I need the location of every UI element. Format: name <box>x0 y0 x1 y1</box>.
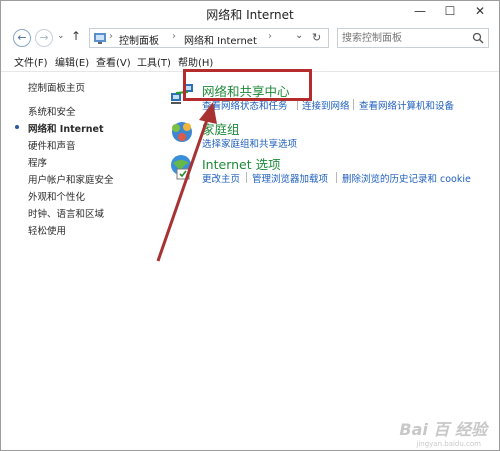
sidebar-item-ease-of-access[interactable]: 轻松使用 <box>28 223 66 237</box>
menu-bar: 文件(F) 编辑(E) 查看(V) 工具(T) 帮助(H) <box>1 53 499 69</box>
up-button[interactable]: ↑ <box>71 29 81 43</box>
sidebar-item-user-accounts[interactable]: 用户帐户和家庭安全 <box>28 172 114 186</box>
address-bar[interactable]: › 控制面板 › 网络和 Internet › ⌄ ↻ <box>89 28 329 48</box>
recent-locations-chevron-icon[interactable]: ⌄ <box>57 31 65 41</box>
address-row: ← → ⌄ ↑ › 控制面板 › 网络和 Internet › ⌄ ↻ <box>1 27 499 49</box>
menu-help[interactable]: 帮助(H) <box>178 54 213 69</box>
menu-edit[interactable]: 编辑(E) <box>55 54 89 69</box>
control-panel-window: 网络和 Internet — ☐ ✕ ← → ⌄ ↑ › 控制面板 › 网络和 … <box>0 0 500 451</box>
address-dropdown-icon[interactable]: ⌄ <box>295 30 303 41</box>
sidebar-item-home[interactable]: 控制面板主页 <box>28 80 85 94</box>
search-icon[interactable] <box>472 32 484 44</box>
breadcrumb-separator: › <box>109 31 113 42</box>
search-box <box>337 28 489 48</box>
breadcrumb-separator: › <box>172 31 176 42</box>
active-bullet <box>15 125 19 129</box>
link-divider <box>246 172 247 183</box>
breadcrumb-control-panel[interactable]: 控制面板 <box>119 32 159 47</box>
sidebar-item-network-internet[interactable]: 网络和 Internet <box>28 121 104 135</box>
link-manage-addons[interactable]: 管理浏览器加载项 <box>252 171 328 185</box>
search-input[interactable] <box>338 29 472 47</box>
sidebar-item-programs[interactable]: 程序 <box>28 155 47 169</box>
control-panel-icon <box>94 33 106 44</box>
breadcrumb-separator: › <box>268 31 272 42</box>
annotation-arrow-icon <box>156 102 217 262</box>
sidebar-item-hardware-sound[interactable]: 硬件和声音 <box>28 138 76 152</box>
baidu-watermark: Bai 百 经验 <box>399 420 487 439</box>
menu-tools[interactable]: 工具(T) <box>137 54 171 69</box>
baidu-watermark-url: jingyan.baidu.com <box>416 440 481 448</box>
forward-button[interactable]: → <box>35 29 53 47</box>
breadcrumb-network-internet[interactable]: 网络和 Internet <box>184 32 257 47</box>
refresh-icon[interactable]: ↻ <box>312 31 321 44</box>
minimize-button[interactable]: — <box>405 1 435 23</box>
title-bar[interactable]: 网络和 Internet — ☐ ✕ <box>1 1 499 27</box>
link-divider <box>353 99 354 110</box>
menu-file[interactable]: 文件(F) <box>14 54 48 69</box>
menu-view[interactable]: 查看(V) <box>96 54 131 69</box>
close-button[interactable]: ✕ <box>465 1 495 23</box>
maximize-button[interactable]: ☐ <box>435 1 465 23</box>
sidebar-item-appearance[interactable]: 外观和个性化 <box>28 189 85 203</box>
link-view-network-computers[interactable]: 查看网络计算机和设备 <box>359 98 454 112</box>
back-button[interactable]: ← <box>13 29 31 47</box>
link-delete-browsing-history[interactable]: 删除浏览的历史记录和 cookie <box>342 171 471 185</box>
sidebar-item-system-security[interactable]: 系统和安全 <box>28 104 76 118</box>
link-divider <box>336 172 337 183</box>
sidebar-item-clock-language[interactable]: 时钟、语言和区域 <box>28 206 104 220</box>
